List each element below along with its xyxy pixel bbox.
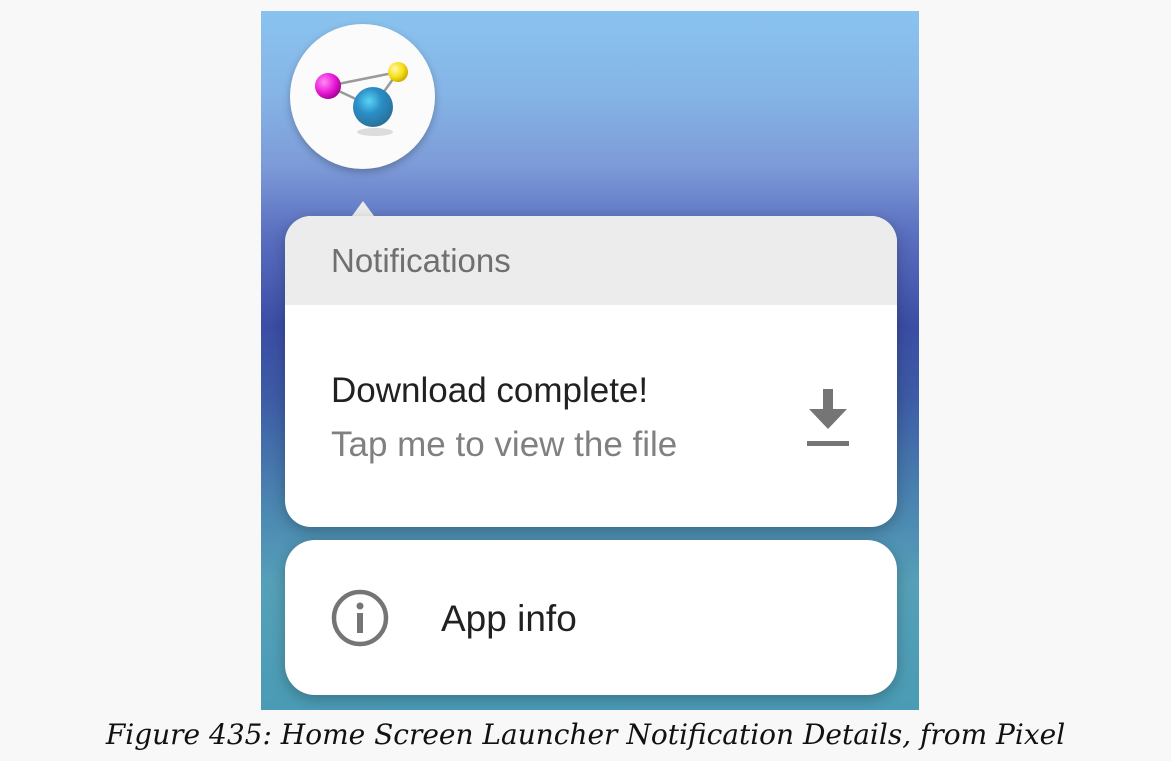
notification-header: Notifications xyxy=(285,216,897,305)
notifications-heading: Notifications xyxy=(331,242,511,279)
phone-screen: Notifications Download complete! Tap me … xyxy=(261,11,919,710)
app-info-label: App info xyxy=(441,598,577,639)
download-icon xyxy=(805,387,851,456)
molecule-app-icon xyxy=(315,62,408,136)
notification-popup: Notifications Download complete! Tap me … xyxy=(285,216,897,527)
notification-text: Tap me to view the file xyxy=(331,425,678,464)
notification-item[interactable]: Download complete! Tap me to view the fi… xyxy=(285,305,897,527)
app-launcher-icon[interactable] xyxy=(290,24,435,169)
figure-caption: Figure 435: Home Screen Launcher Notific… xyxy=(105,718,1066,751)
app-info-shortcut[interactable]: App info xyxy=(285,540,897,695)
notification-title: Download complete! xyxy=(331,371,649,410)
info-icon xyxy=(331,589,389,652)
popup-pointer xyxy=(352,201,374,216)
